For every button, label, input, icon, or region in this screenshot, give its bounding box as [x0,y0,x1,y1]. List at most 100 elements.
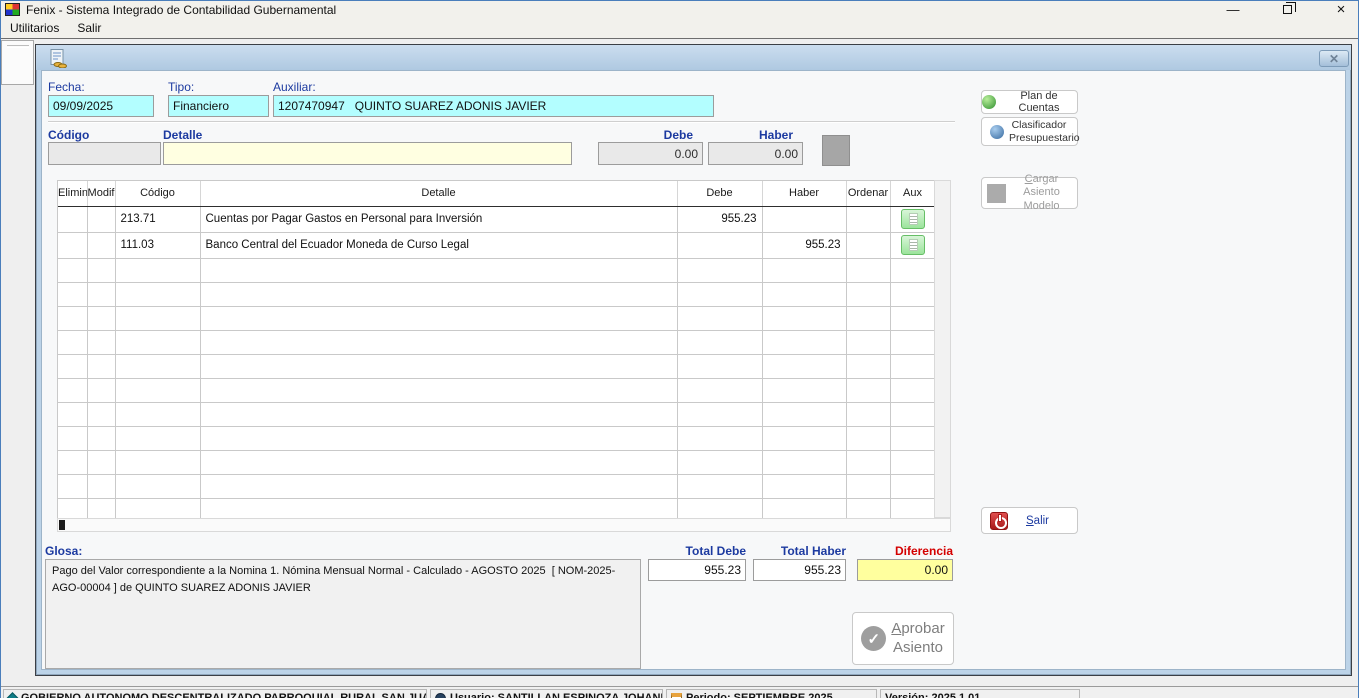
child-window-toolbar [36,45,1351,70]
col-header-modif[interactable]: Modif [87,181,115,206]
fecha-input[interactable] [48,95,154,117]
table-empty-row [58,450,935,474]
table-row[interactable]: 111.03 Banco Central del Ecuador Moneda … [58,232,935,258]
plan-de-cuentas-label: Plan de Cuentas [1001,90,1077,114]
cargar-asiento-modelo-button[interactable]: Cargar Asiento Modelo [981,177,1078,209]
cell-ordenar[interactable] [846,206,890,232]
child-close-icon[interactable]: ✕ [1319,50,1349,67]
user-icon [435,693,446,698]
entry-action-button[interactable] [822,135,850,166]
table-header-row: Elimin Modif Código Detalle Debe Haber O… [58,181,935,206]
document-icon [909,239,918,251]
table-empty-row [58,426,935,450]
app-window: Fenix - Sistema Integrado de Contabilida… [0,0,1359,698]
total-haber-field [753,559,846,581]
haber-input[interactable] [708,142,803,165]
salir-label: Salir [1026,515,1049,527]
total-debe-label: Total Debe [648,544,746,558]
cell-debe [677,232,762,258]
cell-codigo: 111.03 [115,232,200,258]
salir-button[interactable]: Salir [981,507,1078,534]
scrollbar-thumb[interactable] [59,520,65,530]
cell-ordenar[interactable] [846,232,890,258]
status-version: Versión: 2025.1.01 [880,689,1080,698]
auxiliar-input[interactable] [273,95,714,117]
plan-de-cuentas-button[interactable]: Plan de Cuentas [981,90,1078,114]
col-header-codigo[interactable]: Código [115,181,200,206]
green-sphere-icon [982,95,996,109]
table-empty-row [58,306,935,330]
glosa-label: Glosa: [45,544,82,558]
haber-label: Haber [708,128,793,142]
clasificador-presupuestario-button[interactable]: Clasificador Presupuestario [981,117,1078,146]
aprobar-asiento-button[interactable]: ✓ Aprobar Asiento [852,612,954,665]
table-empty-row [58,258,935,282]
cargar-asiento-label: Cargar Asiento Modelo [1011,173,1073,213]
cell-elimin[interactable] [58,232,87,258]
tipo-input[interactable] [168,95,269,117]
table-empty-row [58,330,935,354]
table-empty-row [58,282,935,306]
cell-haber: 955.23 [762,232,846,258]
aux-button[interactable] [901,235,925,255]
panel-grip [7,45,29,48]
menu-item-salir[interactable]: Salir [68,19,110,37]
cell-codigo: 213.71 [115,206,200,232]
table-row[interactable]: 213.71 Cuentas por Pagar Gastos en Perso… [58,206,935,232]
col-header-ordenar[interactable]: Ordenar [846,181,890,206]
cell-detalle: Cuentas por Pagar Gastos en Personal par… [200,206,677,232]
table-empty-row [58,354,935,378]
gray-square-icon [987,184,1006,203]
restore-button[interactable] [1276,2,1298,17]
debe-input[interactable] [598,142,703,165]
detalle-input[interactable] [163,142,572,165]
aprobar-label-line1: Aprobar [891,620,944,639]
horizontal-scrollbar[interactable] [57,518,951,532]
col-header-haber[interactable]: Haber [762,181,846,206]
debe-label: Debe [598,128,693,142]
col-header-debe[interactable]: Debe [677,181,762,206]
codigo-input[interactable] [48,142,161,165]
status-period: Periodo: SEPTIEMBRE 2025 [666,689,877,698]
table-empty-row [58,474,935,498]
col-header-elimin[interactable]: Elimin [58,181,87,206]
menubar: Utilitarios Salir [1,18,1358,38]
power-icon [990,512,1008,530]
tipo-label: Tipo: [168,80,194,94]
cell-elimin[interactable] [58,206,87,232]
table-empty-row [58,378,935,402]
clasificador-label: Clasificador Presupuestario [1009,119,1069,143]
entries-table: Elimin Modif Código Detalle Debe Haber O… [57,180,934,518]
aprobar-label-line2: Asiento [891,639,944,658]
document-icon [909,213,918,225]
diferencia-field [857,559,953,581]
status-entity: GOBIERNO AUTONOMO DESCENTRALIZADO PARROQ… [3,689,427,698]
window-title: Fenix - Sistema Integrado de Contabilida… [26,3,336,17]
menu-item-utilitarios[interactable]: Utilitarios [1,19,68,37]
cell-modif[interactable] [87,206,115,232]
col-header-detalle[interactable]: Detalle [200,181,677,206]
diferencia-label: Diferencia [857,544,953,558]
cell-modif[interactable] [87,232,115,258]
minimize-button[interactable]: — [1222,2,1244,17]
journal-document-icon [49,49,68,68]
aux-button[interactable] [901,209,925,229]
cell-debe: 955.23 [677,206,762,232]
app-icon [5,3,20,16]
fecha-label: Fecha: [48,80,85,94]
total-haber-label: Total Haber [753,544,846,558]
check-icon: ✓ [861,626,886,651]
auxiliar-label: Auxiliar: [273,80,316,94]
col-header-aux[interactable]: Aux [890,181,935,206]
statusbar: GOBIERNO AUTONOMO DESCENTRALIZADO PARROQ… [1,686,1358,698]
form-separator [48,121,955,123]
status-user: Usuario: SANTILLAN ESPINOZA JOHANNA PAOL… [430,689,663,698]
cell-detalle: Banco Central del Ecuador Moneda de Curs… [200,232,677,258]
total-debe-field [648,559,746,581]
vertical-scrollbar[interactable] [934,180,951,518]
close-button[interactable]: × [1330,2,1352,17]
calendar-icon [671,693,682,698]
collapsed-side-panel[interactable] [1,40,34,85]
titlebar: Fenix - Sistema Integrado de Contabilida… [1,1,1358,18]
glosa-textarea[interactable]: Pago del Valor correspondiente a la Nomi… [45,559,641,669]
